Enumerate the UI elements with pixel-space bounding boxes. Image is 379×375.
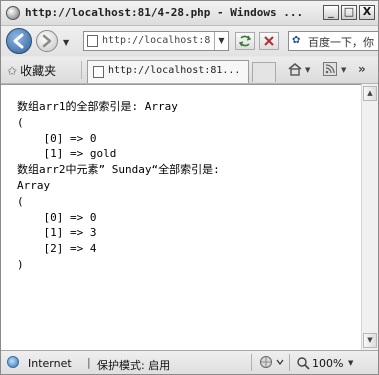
security-zone-label[interactable]: Internet [28,357,72,370]
home-button[interactable] [287,62,303,79]
history-dropdown-icon[interactable]: ▼ [63,38,69,47]
new-tab-button[interactable] [252,62,276,82]
rss-feed-icon [323,62,337,76]
output-line: [0] => 0 [17,131,97,145]
toolbar-overflow-icon[interactable]: » [358,62,366,76]
browser-window: http://localhost:81/4-28.php - Windows .… [0,0,379,375]
maximize-button[interactable]: □ [341,5,357,20]
address-bar[interactable]: http://localhost:8 ▼ [83,31,229,51]
zoom-dropdown-icon[interactable]: ▼ [348,359,353,367]
address-input[interactable]: http://localhost:8 [102,35,214,46]
favorites-button[interactable]: ✩ 收藏夹 [7,62,56,79]
status-divider [251,354,252,371]
stop-button[interactable] [259,32,279,50]
output-line: Array [17,178,51,192]
home-dropdown-icon[interactable]: ▼ [305,66,310,74]
navigation-bar: ▼ http://localhost:8 ▼ ✿ 百度一下，你 [1,26,378,56]
back-button[interactable] [6,28,32,54]
home-icon [288,62,302,76]
minimize-button[interactable]: _ [323,5,339,20]
stop-icon [264,36,274,46]
zoom-button[interactable] [296,356,310,373]
output-line: [1] => 3 [17,226,97,240]
output-line: [2] => 4 [17,242,97,256]
status-divider [289,354,290,371]
status-bar: Internet | 保护模式: 启用 100% ▼ [1,350,378,374]
security-status-button[interactable] [259,355,285,372]
toolbar-divider [81,61,82,79]
address-dropdown-button[interactable]: ▼ [214,32,228,50]
zoom-magnifier-icon [297,357,310,370]
output-line: [0] => 0 [17,210,97,224]
close-button[interactable]: X [359,5,375,20]
search-input[interactable]: 百度一下，你 [308,34,374,50]
security-globe-icon [260,356,284,368]
back-arrow-icon [13,33,24,49]
output-line: 数组arr2中元素” Sunday“全部索引是: [17,163,220,177]
php-output: 数组arr1的全部索引是: Array ( [0] => 0 [1] => go… [17,99,220,273]
status-separator: | [87,356,91,369]
output-line: 数组arr1的全部索引是: Array [17,100,178,113]
page-content: 数组arr1的全部索引是: Array ( [0] => 0 [1] => go… [1,84,361,351]
ie-logo-icon [6,6,20,20]
favorites-star-icon: ✩ [7,64,18,78]
tab-page-icon [93,66,104,78]
output-line: [1] => gold [17,147,117,161]
scroll-down-button[interactable]: ▼ [363,333,377,348]
baidu-paw-icon: ✿ [292,35,301,46]
forward-button[interactable] [36,30,58,52]
refresh-button[interactable] [235,32,255,50]
favorites-tab-bar: ✩ 收藏夹 http://localhost:81... ▼ ▼ » [1,57,378,84]
internet-zone-icon [7,356,19,368]
refresh-icon [238,35,252,47]
zoom-level[interactable]: 100% [312,357,343,370]
output-line: ) [17,257,24,271]
scroll-up-button[interactable]: ▲ [363,86,377,101]
tab-title: http://localhost:81... [108,65,241,76]
output-line: ( [17,194,24,208]
title-bar: http://localhost:81/4-28.php - Windows .… [1,1,378,26]
page-icon [87,35,98,47]
window-title: http://localhost:81/4-28.php - Windows .… [25,6,304,19]
rss-dropdown-icon[interactable]: ▼ [341,66,346,74]
rss-button[interactable] [323,62,337,79]
protected-mode-label[interactable]: 保护模式: 启用 [97,357,170,373]
forward-arrow-icon [42,34,52,48]
output-line: ( [17,115,24,129]
search-box[interactable]: ✿ 百度一下，你 [288,31,378,51]
vertical-scrollbar[interactable]: ▲ ▼ [361,84,378,350]
tab-active[interactable]: http://localhost:81... [87,60,249,83]
favorites-label: 收藏夹 [20,64,57,78]
